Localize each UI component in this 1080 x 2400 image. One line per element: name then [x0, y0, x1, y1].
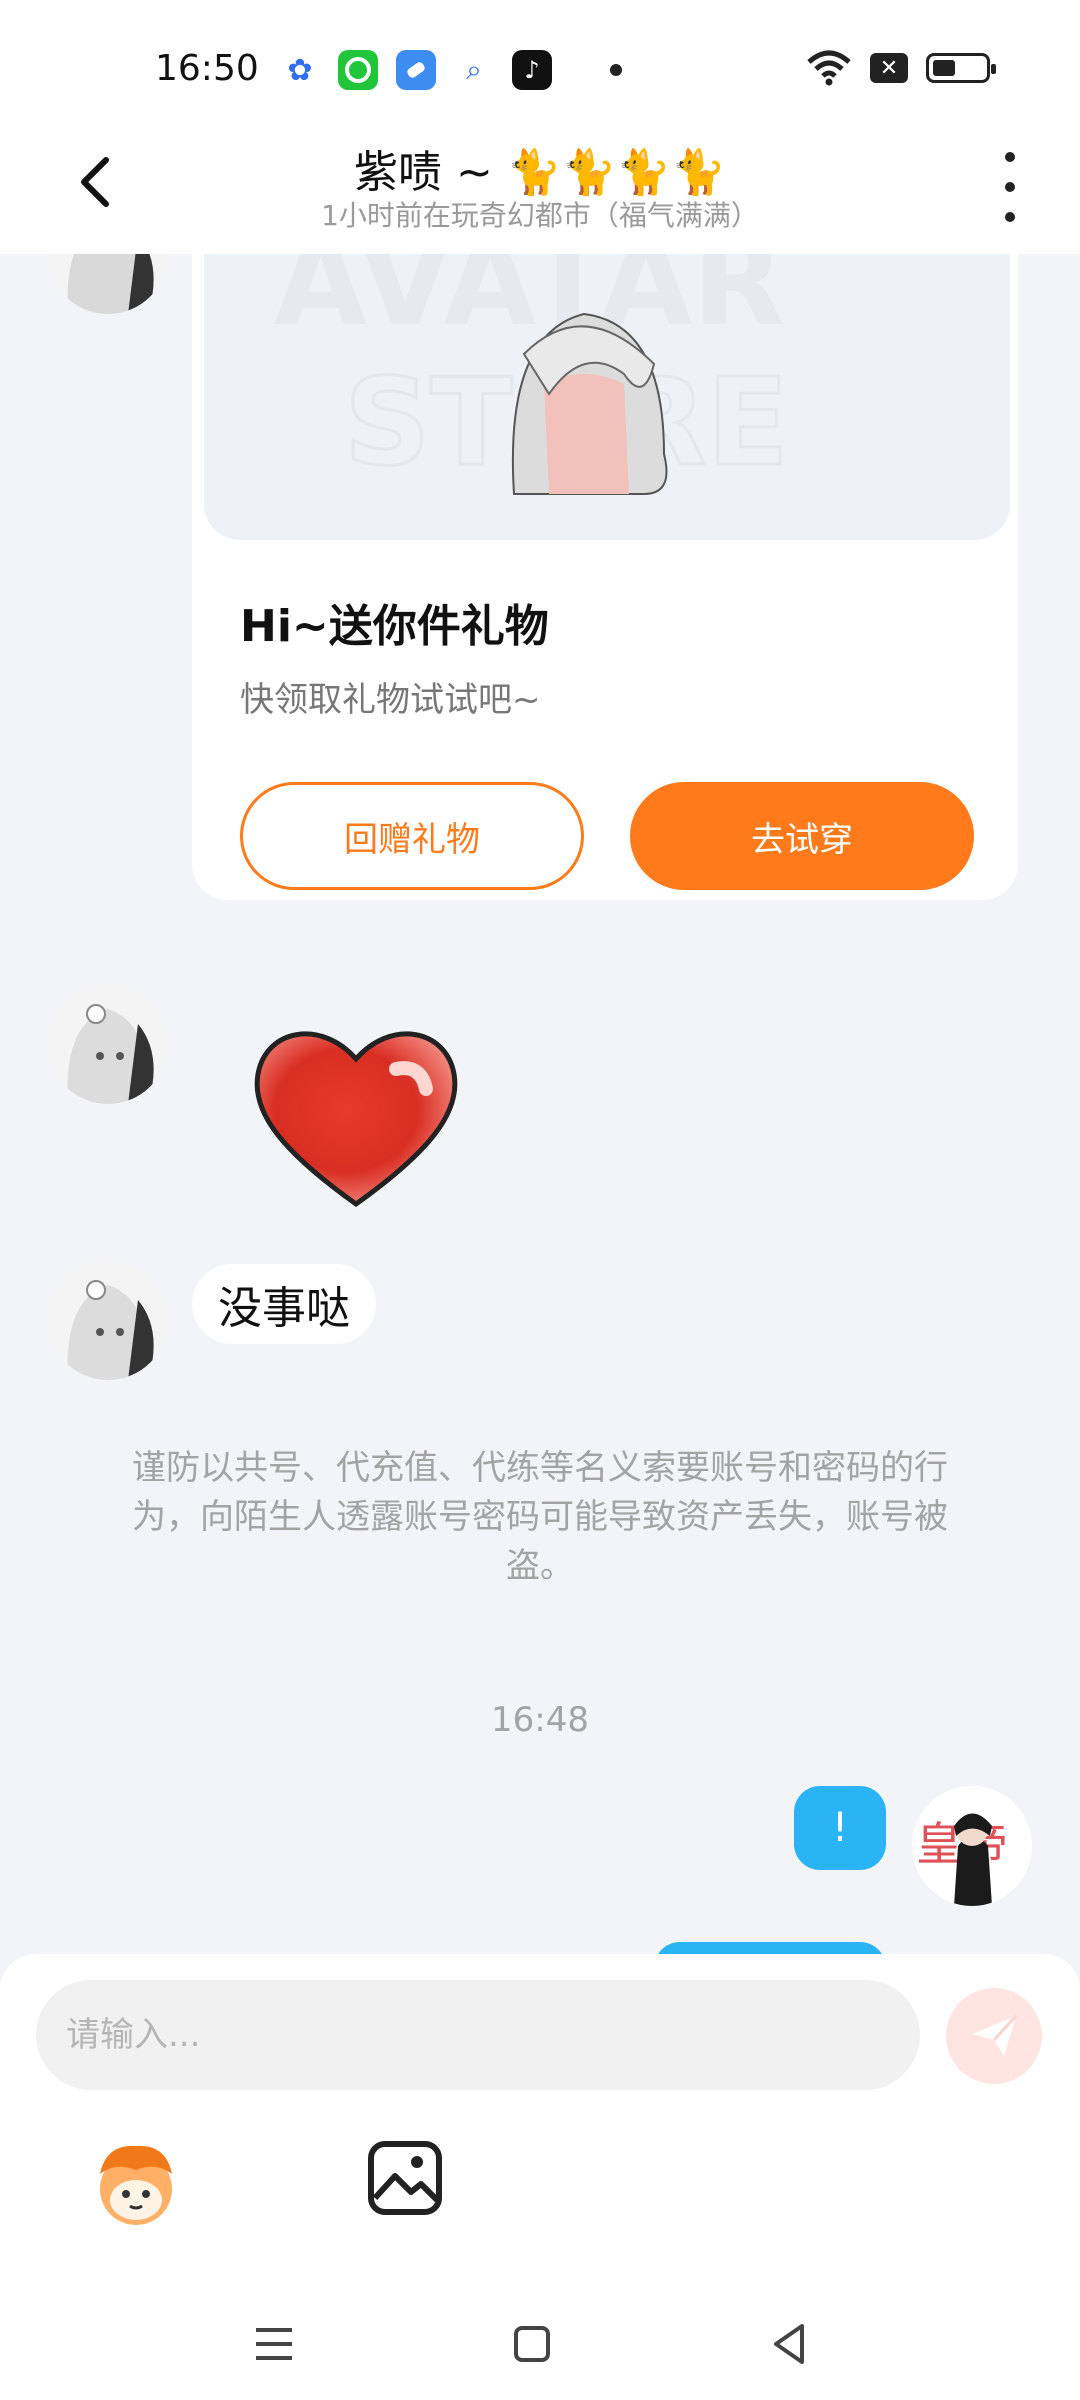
- received-message-bubble[interactable]: 没事哒: [192, 1264, 376, 1344]
- chat-header: 紫啧 ~ 🐈🐈🐈🐈 1小时前在玩奇幻都市（福气满满）: [0, 130, 1080, 254]
- status-bar: 16:50 ✿ ⌕ ♪ ✕: [0, 0, 1080, 130]
- system-navigation-bar: [0, 2294, 1080, 2394]
- message-input[interactable]: [36, 1980, 920, 2090]
- contact-avatar[interactable]: [48, 984, 168, 1104]
- tiktok-icon: ♪: [512, 50, 552, 90]
- mascot-emoji-icon[interactable]: [86, 2134, 186, 2234]
- menu-icon[interactable]: [246, 2316, 302, 2372]
- sent-message-bubble[interactable]: !: [794, 1786, 886, 1870]
- home-icon[interactable]: [504, 2316, 560, 2372]
- store-watermark: AVATAR: [274, 254, 785, 353]
- heart-sticker[interactable]: [246, 1014, 466, 1214]
- more-options-icon[interactable]: [990, 152, 1030, 222]
- status-time: 16:50: [155, 48, 259, 89]
- time-separator: 16:48: [491, 1700, 589, 1740]
- app-blue-icon: [396, 50, 436, 90]
- contact-name: 紫啧 ~ 🐈🐈🐈🐈: [354, 147, 726, 198]
- input-panel: [0, 1954, 1080, 2400]
- wifi-icon: [807, 50, 851, 86]
- system-status-icons: ✕: [806, 50, 996, 86]
- battery-icon: [926, 53, 996, 83]
- contact-status: 1小时前在玩奇幻都市（福气满满）: [321, 199, 759, 232]
- sent-message-bubble-partial: [654, 1942, 886, 1954]
- my-avatar[interactable]: 皇帝: [912, 1786, 1032, 1906]
- baidu-icon: ✿: [287, 52, 313, 88]
- gift-message-card: AVATAR STORE Hi~送你件礼物 快领取礼物试试吧~ 回赠礼物 去试穿: [192, 254, 1018, 900]
- no-sim-icon: ✕: [870, 53, 908, 83]
- search-icon: ⌕: [466, 53, 482, 86]
- security-notice: 谨防以共号、代充值、代练等名义索要账号和密码的行为，向陌生人透露账号密码可能导致…: [132, 1448, 948, 1586]
- contact-avatar[interactable]: [48, 1260, 168, 1380]
- gift-preview-image: AVATAR STORE: [204, 254, 1010, 540]
- contact-avatar[interactable]: [48, 254, 168, 314]
- gift-title: Hi~送你件礼物: [240, 601, 549, 652]
- notification-icons: ✿ ⌕ ♪: [280, 50, 622, 90]
- chat-message-list[interactable]: AVATAR STORE Hi~送你件礼物 快领取礼物试试吧~ 回赠礼物 去试穿: [0, 254, 1080, 1954]
- back-icon[interactable]: [762, 2316, 818, 2372]
- return-gift-button[interactable]: 回赠礼物: [240, 782, 584, 890]
- app-green-icon: [338, 50, 378, 90]
- image-picker-icon[interactable]: [365, 2138, 445, 2218]
- try-on-button[interactable]: 去试穿: [630, 782, 974, 890]
- more-notifications-dot: [610, 64, 622, 76]
- gift-subtitle: 快领取礼物试试吧~: [240, 680, 541, 720]
- send-button[interactable]: [946, 1988, 1042, 2084]
- send-icon: [972, 2014, 1018, 2056]
